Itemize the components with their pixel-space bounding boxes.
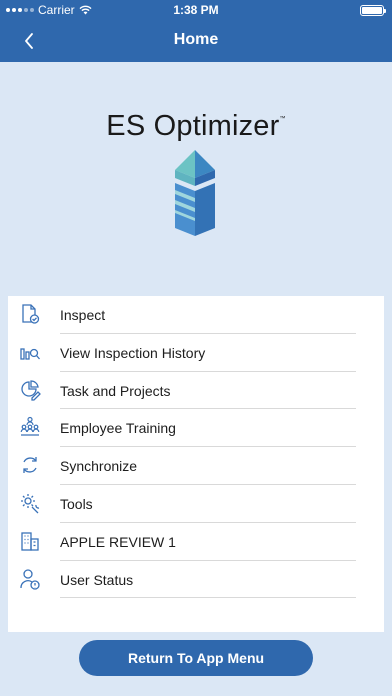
menu-item-view-inspection-history[interactable]: View Inspection History: [8, 334, 384, 372]
user-status-icon: [18, 567, 42, 591]
menu-item-label: Task and Projects: [60, 382, 171, 399]
pie-pencil-icon: [18, 378, 42, 402]
chevron-left-icon: [25, 33, 33, 49]
tower-logo-icon: [175, 150, 215, 236]
menu-item-label: APPLE REVIEW 1: [60, 533, 176, 550]
menu-item-employee-training[interactable]: Employee Training: [8, 409, 384, 447]
trademark: ™: [279, 116, 286, 122]
return-to-app-menu-button[interactable]: Return To App Menu: [79, 640, 313, 676]
document-check-icon: [18, 302, 42, 326]
page-title: Home: [173, 31, 219, 48]
menu-item-label: User Status: [60, 571, 134, 588]
chart-search-icon: [18, 340, 42, 364]
app-logo-text: ES Optimizer™: [0, 110, 392, 143]
menu-item-label: Tools: [60, 495, 93, 512]
menu-item-inspect[interactable]: Inspect: [8, 296, 384, 334]
status-bar: Carrier 1:38 PM: [0, 0, 392, 20]
menu-item-tools[interactable]: Tools: [8, 485, 384, 523]
menu-item-user-status[interactable]: User Status: [8, 561, 384, 599]
menu-item-synchronize[interactable]: Synchronize: [8, 447, 384, 485]
logo-area: ES Optimizer™: [0, 62, 392, 294]
battery-icon: [360, 5, 386, 16]
menu-item-task-and-projects[interactable]: Task and Projects: [8, 372, 384, 410]
menu-item-label: Employee Training: [60, 420, 176, 437]
sync-icon: [18, 453, 42, 477]
navigation-bar: Home: [0, 20, 392, 62]
clock: 1:38 PM: [173, 3, 219, 17]
menu-item-apple-review-1[interactable]: APPLE REVIEW 1: [8, 523, 384, 561]
menu-item-label: Synchronize: [60, 458, 138, 475]
menu-item-label: Inspect: [60, 307, 106, 323]
gear-wrench-icon: [18, 491, 42, 515]
menu-item-label: View Inspection History: [60, 344, 206, 361]
home-menu-list: Inspect View Inspection History Task and…: [8, 296, 384, 632]
app-name: ES Optimizer: [106, 110, 280, 142]
people-group-icon: [18, 415, 42, 439]
back-button[interactable]: [14, 26, 44, 56]
building-icon: [18, 529, 42, 553]
